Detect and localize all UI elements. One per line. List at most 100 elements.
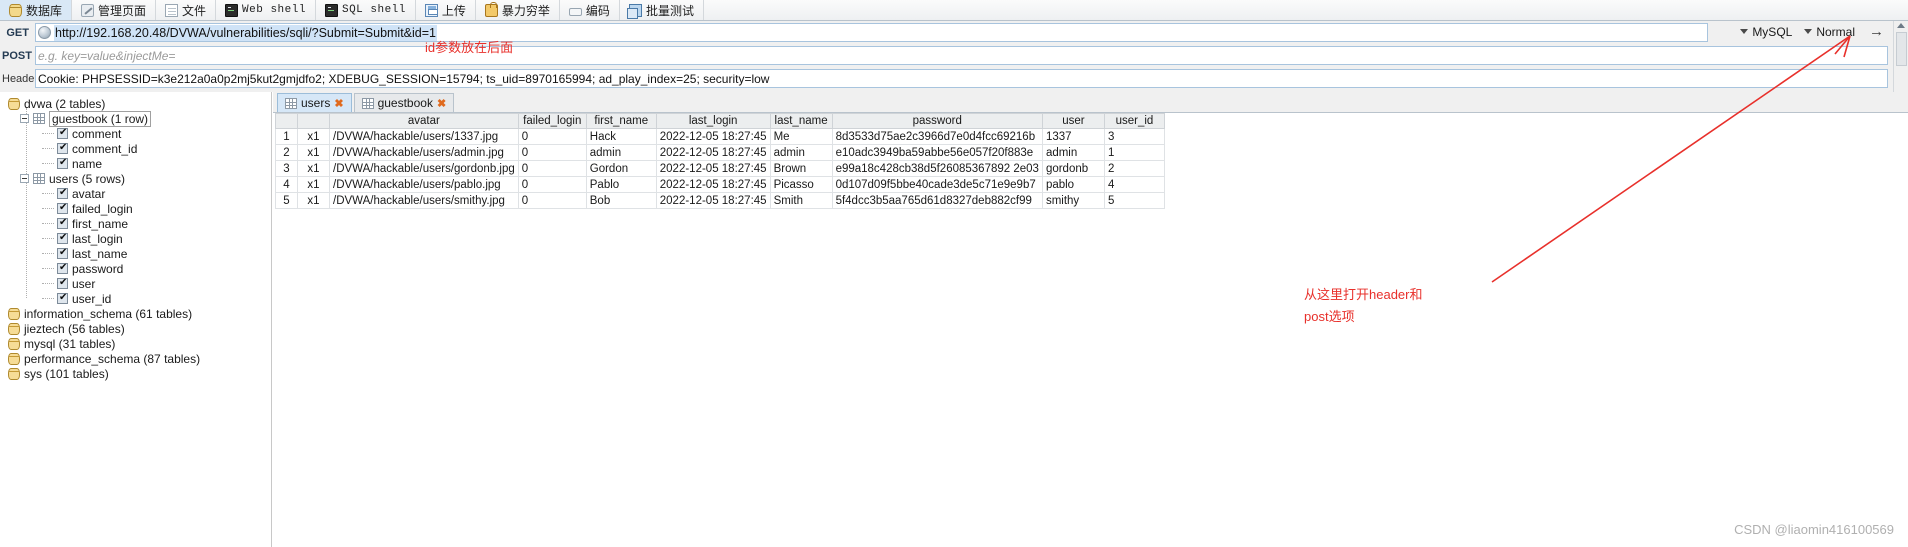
checkbox-icon[interactable] [57, 128, 68, 139]
toolbar-item-sql-shell[interactable]: SQL shell [316, 0, 416, 20]
cell-last_name[interactable]: Me [769, 128, 833, 145]
cell-user[interactable]: 1337 [1041, 128, 1105, 145]
result-tab-users[interactable]: users ✖ [277, 93, 352, 112]
cell-avatar[interactable]: /DVWA/hackable/users/smithy.jpg [329, 192, 519, 209]
cell-x[interactable]: x1 [297, 128, 330, 145]
table-row[interactable]: 2 x1/DVWA/hackable/users/admin.jpg 0 admin 2… [275, 144, 1165, 161]
cell-first_name[interactable]: Pablo [585, 176, 657, 193]
cell-first_name[interactable]: Hack [585, 128, 657, 145]
cell-password[interactable]: 5f4dcc3b5aa765d61d8327deb882cf99 [831, 192, 1043, 209]
tree-node-column[interactable]: password [0, 261, 271, 276]
results-table[interactable]: avatar failed_login first_name last_login la… [275, 113, 1165, 209]
toolbar-item-bruteforce[interactable]: 暴力穷举 [476, 0, 560, 20]
cell-password[interactable]: 0d107d09f5bbe40cade3de5c71e9e9b7 [831, 176, 1043, 193]
cell-last_login[interactable]: 2022-12-05 18:27:45 [655, 176, 771, 193]
cell-failed_login[interactable]: 0 [517, 192, 587, 209]
tree-node-database[interactable]: information_schema (61 tables) [0, 306, 271, 321]
column-header[interactable]: failed_login [517, 113, 587, 129]
header-input[interactable]: Cookie: PHPSESSID=k3e212a0a0p2mj5kut2gmj… [35, 69, 1888, 88]
cell-last_name[interactable]: Brown [769, 160, 833, 177]
cell-last_login[interactable]: 2022-12-05 18:27:45 [655, 128, 771, 145]
cell-user[interactable]: admin [1041, 144, 1105, 161]
checkbox-icon[interactable] [57, 233, 68, 244]
cell-first_name[interactable]: admin [585, 144, 657, 161]
close-icon[interactable]: ✖ [437, 97, 446, 110]
cell-avatar[interactable]: /DVWA/hackable/users/admin.jpg [329, 144, 519, 161]
mode-dropdown[interactable]: Normal [1798, 25, 1861, 39]
tree-node-column[interactable]: avatar [0, 186, 271, 201]
cell-password[interactable]: e10adc3949ba59abbe56e057f20f883e [831, 144, 1043, 161]
tree-node-database[interactable]: performance_schema (87 tables) [0, 351, 271, 366]
cell-failed_login[interactable]: 0 [517, 160, 587, 177]
tree-node-database[interactable]: dvwa (2 tables) [0, 96, 271, 111]
cell-user[interactable]: pablo [1041, 176, 1105, 193]
column-header[interactable]: avatar [329, 113, 519, 129]
post-input[interactable]: e.g. key=value&injectMe= [35, 46, 1888, 65]
toolbar-item-batch-test[interactable]: 批量测试 [620, 0, 704, 20]
cell-last_login[interactable]: 2022-12-05 18:27:45 [655, 160, 771, 177]
cell-password[interactable]: e99a18c428cb38d5f26085367892 2e03 [831, 160, 1043, 177]
cell-avatar[interactable]: /DVWA/hackable/users/1337.jpg [329, 128, 519, 145]
cell-num[interactable]: 5 [275, 192, 298, 209]
cell-last_name[interactable]: Picasso [769, 176, 833, 193]
table-row[interactable]: 5 x1/DVWA/hackable/users/smithy.jpg 0 Bob 20… [275, 192, 1165, 209]
cell-user_id[interactable]: 3 [1103, 128, 1165, 145]
column-header[interactable]: user [1041, 113, 1105, 129]
cell-num[interactable]: 2 [275, 144, 298, 161]
cell-x[interactable]: x1 [297, 144, 330, 161]
tree-node-column[interactable]: comment_id [0, 141, 271, 156]
cell-password[interactable]: 8d3533d75ae2c3966d7e0d4fcc69216b [831, 128, 1043, 145]
tree-node-column[interactable]: last_login [0, 231, 271, 246]
checkbox-icon[interactable] [57, 218, 68, 229]
checkbox-icon[interactable] [57, 203, 68, 214]
tree-node-column[interactable]: last_name [0, 246, 271, 261]
cell-first_name[interactable]: Bob [585, 192, 657, 209]
column-header[interactable]: last_login [655, 113, 771, 129]
toolbar-item-upload[interactable]: 上传 [416, 0, 476, 20]
cell-x[interactable]: x1 [297, 192, 330, 209]
cell-num[interactable]: 4 [275, 176, 298, 193]
cell-failed_login[interactable]: 0 [517, 128, 587, 145]
tree-node-database[interactable]: jieztech (56 tables) [0, 321, 271, 336]
url-input[interactable]: http://192.168.20.48/DVWA/vulnerabilitie… [35, 23, 1708, 42]
cell-first_name[interactable]: Gordon [585, 160, 657, 177]
cell-user_id[interactable]: 2 [1103, 160, 1165, 177]
checkbox-icon[interactable] [57, 278, 68, 289]
toolbar-item-encode[interactable]: 编码 [560, 0, 620, 20]
checkbox-icon[interactable] [57, 158, 68, 169]
cell-failed_login[interactable]: 0 [517, 144, 587, 161]
checkbox-icon[interactable] [57, 188, 68, 199]
checkbox-icon[interactable] [57, 293, 68, 304]
tree-node-database[interactable]: mysql (31 tables) [0, 336, 271, 351]
close-icon[interactable]: ✖ [334, 97, 343, 110]
column-header[interactable]: first_name [585, 113, 657, 129]
toolbar-item-database[interactable]: 数据库 [0, 0, 73, 20]
cell-last_name[interactable]: Smith [769, 192, 833, 209]
cell-last_name[interactable]: admin [769, 144, 833, 161]
toolbar-item-web-shell[interactable]: Web shell [216, 0, 316, 20]
checkbox-icon[interactable] [57, 248, 68, 259]
cell-user[interactable]: smithy [1041, 192, 1105, 209]
cell-x[interactable]: x1 [297, 176, 330, 193]
table-row[interactable]: 3 x1/DVWA/hackable/users/gordonb.jpg 0 Gord… [275, 160, 1165, 177]
column-header[interactable]: password [831, 113, 1043, 129]
tree-node-column[interactable]: user [0, 276, 271, 291]
tree-node-column[interactable]: first_name [0, 216, 271, 231]
cell-failed_login[interactable]: 0 [517, 176, 587, 193]
expander-icon[interactable] [20, 114, 29, 123]
scrollbar-thumb[interactable] [1896, 32, 1907, 66]
tree-node-database[interactable]: sys (101 tables) [0, 366, 271, 381]
send-request-button[interactable]: → [1861, 23, 1892, 40]
cell-last_login[interactable]: 2022-12-05 18:27:45 [655, 144, 771, 161]
tree-node-table[interactable]: guestbook (1 row) [0, 110, 271, 127]
tree-node-column[interactable]: user_id [0, 291, 271, 306]
toolbar-item-admin-page[interactable]: 管理页面 [72, 0, 157, 20]
checkbox-icon[interactable] [57, 263, 68, 274]
toolbar-item-files[interactable]: 文件 [156, 0, 217, 20]
database-tree[interactable]: dvwa (2 tables)guestbook (1 row)commentc… [0, 92, 272, 547]
tree-node-column[interactable]: failed_login [0, 201, 271, 216]
tree-node-table[interactable]: users (5 rows) [0, 171, 271, 186]
column-header[interactable] [297, 113, 330, 129]
cell-user_id[interactable]: 1 [1103, 144, 1165, 161]
column-header[interactable] [275, 113, 298, 129]
